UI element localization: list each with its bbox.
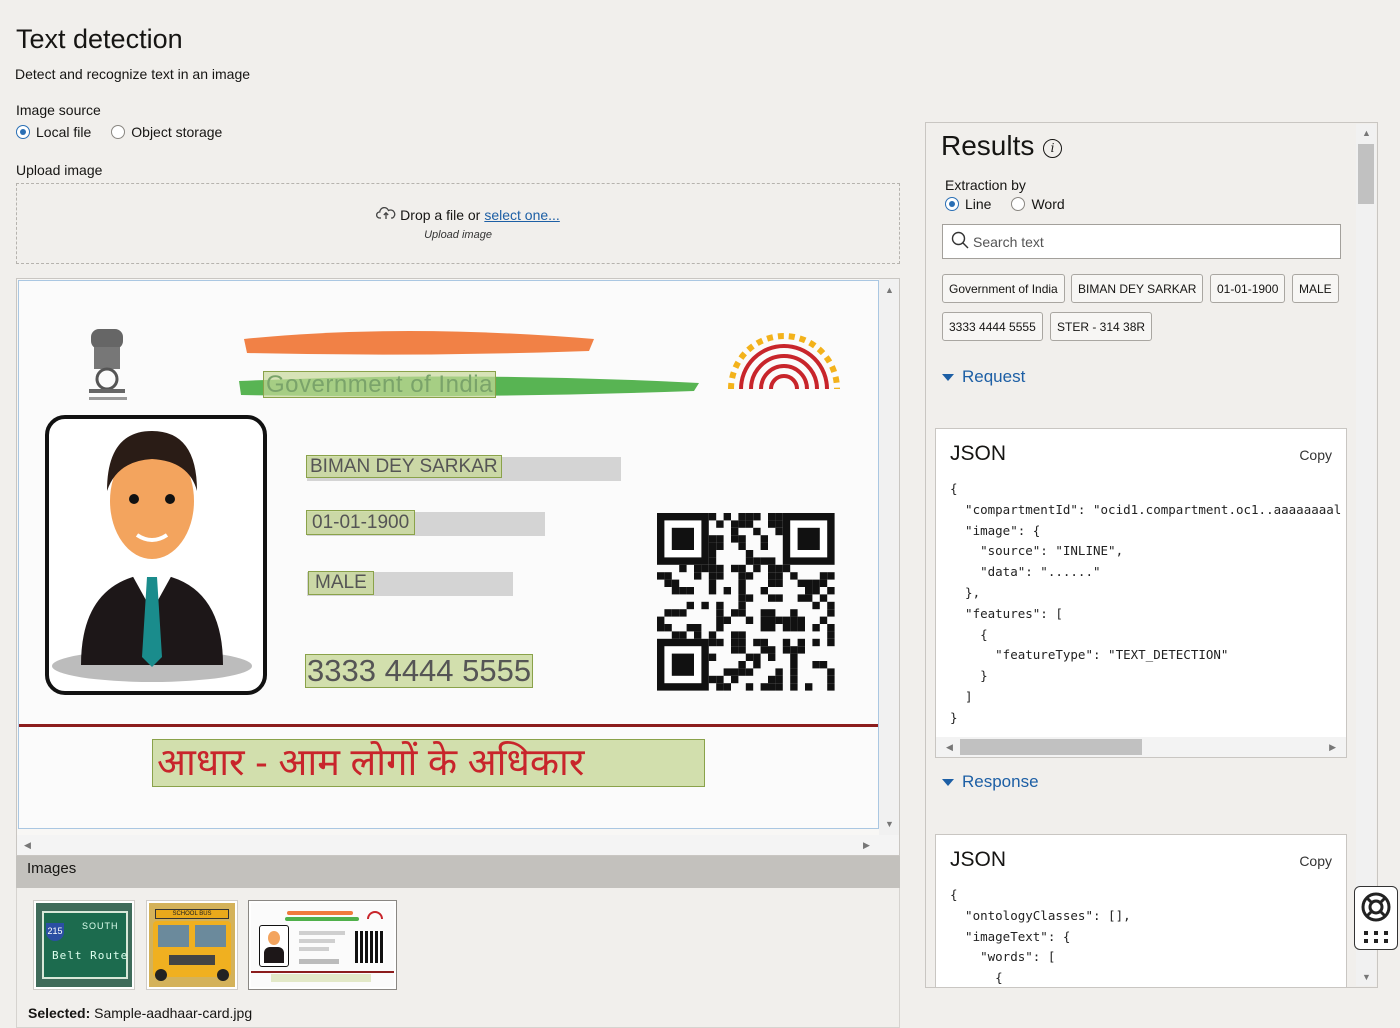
thumbnail-belt-route[interactable]: 215 SOUTH Belt Route (33, 900, 135, 990)
radio-local-file[interactable]: Local file (16, 124, 91, 140)
help-widget[interactable] (1354, 886, 1398, 950)
thumbnail-aadhaar-card[interactable] (248, 900, 397, 990)
scroll-right-icon[interactable]: ▶ (863, 840, 870, 851)
result-chip[interactable]: Government of India (942, 274, 1065, 303)
results-title: Results (941, 130, 1035, 161)
request-copy-button[interactable]: Copy (1299, 447, 1332, 463)
request-json-code: { "compartmentId": "ocid1.compartment.oc… (950, 481, 1342, 725)
lifebuoy-icon (1361, 892, 1391, 922)
request-label: Request (962, 367, 1026, 386)
selected-file-line: Selected: Sample-aadhaar-card.jpg (28, 1005, 252, 1021)
card-number-text: 3333 4444 5555 (307, 653, 532, 688)
radio-local-file-label: Local file (36, 124, 92, 140)
chevron-down-icon (942, 778, 954, 786)
extraction-by-label: Extraction by (945, 177, 1026, 193)
scroll-right-icon[interactable]: ▶ (1329, 742, 1336, 753)
search-input[interactable] (973, 233, 1333, 250)
drop-text: Drop a file or (400, 206, 481, 223)
radio-dot[interactable] (111, 125, 126, 139)
request-toggle[interactable]: Request (942, 367, 1025, 387)
search-icon (951, 231, 969, 252)
viewer-vertical-scrollbar[interactable]: ▲ ▼ (879, 279, 899, 835)
radio-dot-selected[interactable] (16, 125, 30, 139)
scroll-down-icon[interactable]: ▼ (885, 819, 894, 829)
detected-dob[interactable]: 01-01-1900 (306, 510, 416, 535)
request-horizontal-scrollbar[interactable]: ◀ ▶ (936, 737, 1346, 757)
extraction-radio-group: Line Word (945, 196, 1065, 212)
images-section-header: Images (16, 856, 900, 888)
results-vertical-scrollbar[interactable]: ▲ ▼ (1356, 124, 1376, 986)
image-source-radio-group: Local file Object storage (16, 124, 222, 140)
radio-line-label: Line (965, 196, 992, 212)
national-emblem-icon (89, 329, 127, 400)
result-chip[interactable]: BIMAN DEY SARKAR (1071, 274, 1204, 303)
request-json-title: JSON (950, 442, 1007, 465)
aadhaar-logo-icon (728, 333, 840, 390)
detected-name[interactable]: BIMAN DEY SARKAR (306, 455, 502, 478)
selected-filename: Sample-aadhaar-card.jpg (94, 1005, 253, 1021)
scroll-up-icon[interactable]: ▲ (1362, 128, 1371, 138)
search-text-field[interactable] (942, 224, 1341, 259)
card-header-text: Government of India (266, 371, 493, 398)
radio-word[interactable]: Word (1011, 196, 1065, 212)
person-photo (45, 415, 267, 695)
radio-word-label: Word (1031, 196, 1065, 212)
route-badge: 215 (46, 923, 64, 941)
detected-hindi-tagline[interactable]: आधार - आम लोगों के अधिकार (152, 739, 705, 787)
radio-dot[interactable] (1011, 197, 1026, 211)
image-source-label: Image source (16, 102, 101, 118)
card-gender-text: MALE (315, 572, 367, 593)
select-file-link[interactable]: select one... (484, 207, 560, 223)
request-json-panel: JSON Copy { "compartmentId": "ocid1.comp… (935, 428, 1347, 758)
result-chip[interactable]: 01-01-1900 (1210, 274, 1286, 303)
scroll-thumb[interactable] (960, 739, 1142, 755)
radio-object-storage[interactable]: Object storage (111, 124, 222, 140)
card-name-text: BIMAN DEY SARKAR (310, 456, 498, 477)
radio-dot-selected[interactable] (945, 197, 959, 211)
upload-sub-label: Upload image (424, 229, 492, 241)
detected-number[interactable]: 3333 4444 5555 (305, 653, 534, 688)
grid-dots-icon (1364, 931, 1388, 943)
viewer-horizontal-scrollbar[interactable]: ◀ ▶ (17, 835, 899, 855)
response-json-panel: JSON Copy { "ontologyClasses": [], "imag… (935, 834, 1347, 988)
image-viewer: Government of India BIMAN DEY SARKAR 01-… (16, 278, 900, 856)
thumbnail-school-bus[interactable]: SCHOOL BUS (146, 900, 238, 990)
scroll-down-icon[interactable]: ▼ (1362, 972, 1371, 982)
page-subtitle: Detect and recognize text in an image (15, 66, 251, 82)
response-json-code: { "ontologyClasses": [], "imageText": { … (950, 887, 1131, 986)
result-chip[interactable]: MALE (1292, 274, 1339, 303)
radio-object-storage-label: Object storage (131, 124, 223, 140)
response-toggle[interactable]: Response (942, 772, 1039, 792)
aadhaar-card-image: Government of India BIMAN DEY SARKAR 01-… (18, 280, 879, 829)
response-copy-button[interactable]: Copy (1299, 853, 1332, 869)
thumb-text-bottom: Belt Route (52, 949, 129, 962)
page-title: Text detection (16, 24, 183, 54)
qr-code (657, 513, 835, 691)
radio-line[interactable]: Line (945, 196, 991, 212)
thumb-text-top: SOUTH (82, 921, 119, 931)
upload-image-label: Upload image (16, 162, 103, 178)
saffron-stripe (244, 331, 594, 355)
thumb-bus-text: SCHOOL BUS (155, 909, 229, 919)
detected-government-of-india[interactable]: Government of India (263, 371, 496, 398)
scroll-up-icon[interactable]: ▲ (885, 285, 894, 295)
scroll-left-icon[interactable]: ◀ (946, 742, 953, 753)
selected-label: Selected: (28, 1005, 91, 1021)
detected-gender[interactable]: MALE (308, 571, 374, 595)
response-json-title: JSON (950, 848, 1007, 871)
result-chip[interactable]: 3333 4444 5555 (942, 312, 1043, 341)
card-tagline-text: आधार - आम लोगों के अधिकार (157, 742, 585, 784)
chevron-down-icon (942, 373, 954, 381)
result-chip[interactable]: STER - 314 38R (1050, 312, 1153, 341)
card-dob-text: 01-01-1900 (312, 512, 410, 533)
scroll-left-icon[interactable]: ◀ (24, 840, 31, 851)
info-icon[interactable]: i (1043, 139, 1062, 158)
upload-dropzone[interactable]: Drop a file or select one... Upload imag… (16, 183, 900, 264)
cloud-upload-icon (376, 206, 396, 223)
scroll-thumb[interactable] (1358, 144, 1374, 204)
images-section-title: Images (27, 860, 77, 877)
response-label: Response (962, 772, 1039, 791)
